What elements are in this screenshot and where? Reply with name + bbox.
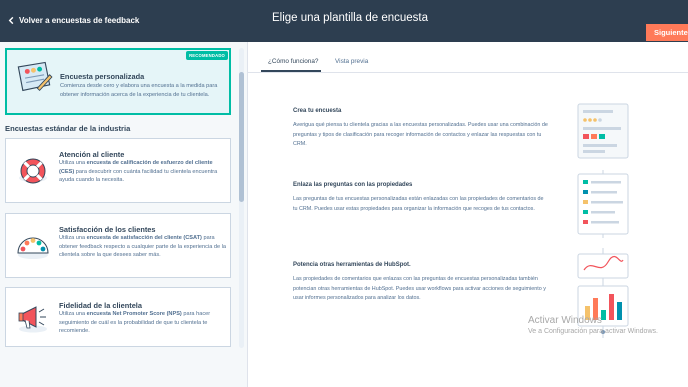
- card-title: Fidelidad de la clientela: [59, 301, 142, 310]
- card-title: Satisfacción de los clientes: [59, 225, 156, 234]
- properties-list-illustration: [577, 170, 629, 238]
- card-description: Comienza desde cero y elabora una encues…: [60, 83, 218, 98]
- back-link[interactable]: Volver a encuestas de feedback: [7, 13, 139, 27]
- desc-text: Utiliza una: [59, 311, 87, 317]
- tab-preview[interactable]: Vista previa: [335, 58, 368, 65]
- step-title: Potencia otras herramientas de HubSpot.: [293, 262, 411, 268]
- chevron-left-icon: [8, 16, 14, 24]
- desc-bold: encuesta Net Promoter Score (NPS): [86, 311, 182, 317]
- recommended-badge: RECOMENDADO: [186, 51, 228, 60]
- survey-form-illustration: [577, 103, 629, 159]
- card-description: Utiliza una encuesta de calificación de …: [59, 159, 227, 185]
- active-tab-indicator: [261, 70, 321, 72]
- preview-panel: ¿Cómo funciona? Vista previa Crea tu enc…: [248, 42, 688, 387]
- section-heading: Encuestas estándar de la industria: [5, 124, 131, 133]
- custom-survey-icon: [17, 61, 53, 92]
- activation-watermark-text: Ve a Configuración para activar Windows.: [528, 328, 658, 335]
- tab-bar: ¿Cómo funciona? Vista previa: [248, 42, 688, 73]
- desc-bold: encuesta de satisfacción del cliente (CS…: [86, 235, 202, 241]
- card-description: Utiliza una encuesta Net Promoter Score …: [59, 310, 227, 336]
- card-description: Utiliza una encuesta de satisfacción del…: [59, 234, 227, 260]
- step-title: Enlaza las preguntas con las propiedades: [293, 182, 413, 188]
- megaphone-icon: [18, 306, 47, 333]
- next-button[interactable]: Siguiente: [646, 24, 688, 41]
- template-card-loyalty[interactable]: Fidelidad de la clientela Utiliza una en…: [5, 287, 231, 347]
- desc-text: Utiliza una: [59, 160, 87, 166]
- template-sidebar: RECOMENDADO Encuesta personalizada Comie…: [0, 42, 248, 387]
- card-title: Atención al cliente: [59, 150, 125, 159]
- card-title: Encuesta personalizada: [60, 72, 145, 81]
- scrollbar-thumb[interactable]: [239, 72, 244, 202]
- template-card-satisfaction[interactable]: Satisfacción de los clientes Utiliza una…: [5, 213, 231, 278]
- step-text: Las propiedades de comentarios que enlaz…: [293, 276, 546, 302]
- page-title: Elige una plantilla de encuesta: [271, 12, 428, 24]
- desc-text: Utiliza una: [59, 235, 87, 241]
- step-text: Las preguntas de tus encuestas personali…: [293, 196, 544, 212]
- step-title: Crea tu encuesta: [293, 108, 342, 114]
- template-card-custom[interactable]: RECOMENDADO Encuesta personalizada Comie…: [5, 48, 231, 115]
- back-link-label: Volver a encuestas de feedback: [19, 15, 140, 25]
- rating-scale-icon: [17, 237, 49, 259]
- desc-text: para descubrir con cuánta facilidad tu c…: [59, 168, 218, 184]
- step-text: Averigua qué piensa tu clientela gracias…: [293, 122, 548, 148]
- lifebuoy-icon: [19, 158, 47, 184]
- tab-how-it-works[interactable]: ¿Cómo funciona?: [268, 58, 318, 65]
- template-card-customer-service[interactable]: Atención al cliente Utiliza una encuesta…: [5, 138, 231, 203]
- activation-watermark-title: Activar Windows: [528, 315, 602, 326]
- top-bar: Volver a encuestas de feedback Elige una…: [0, 0, 688, 42]
